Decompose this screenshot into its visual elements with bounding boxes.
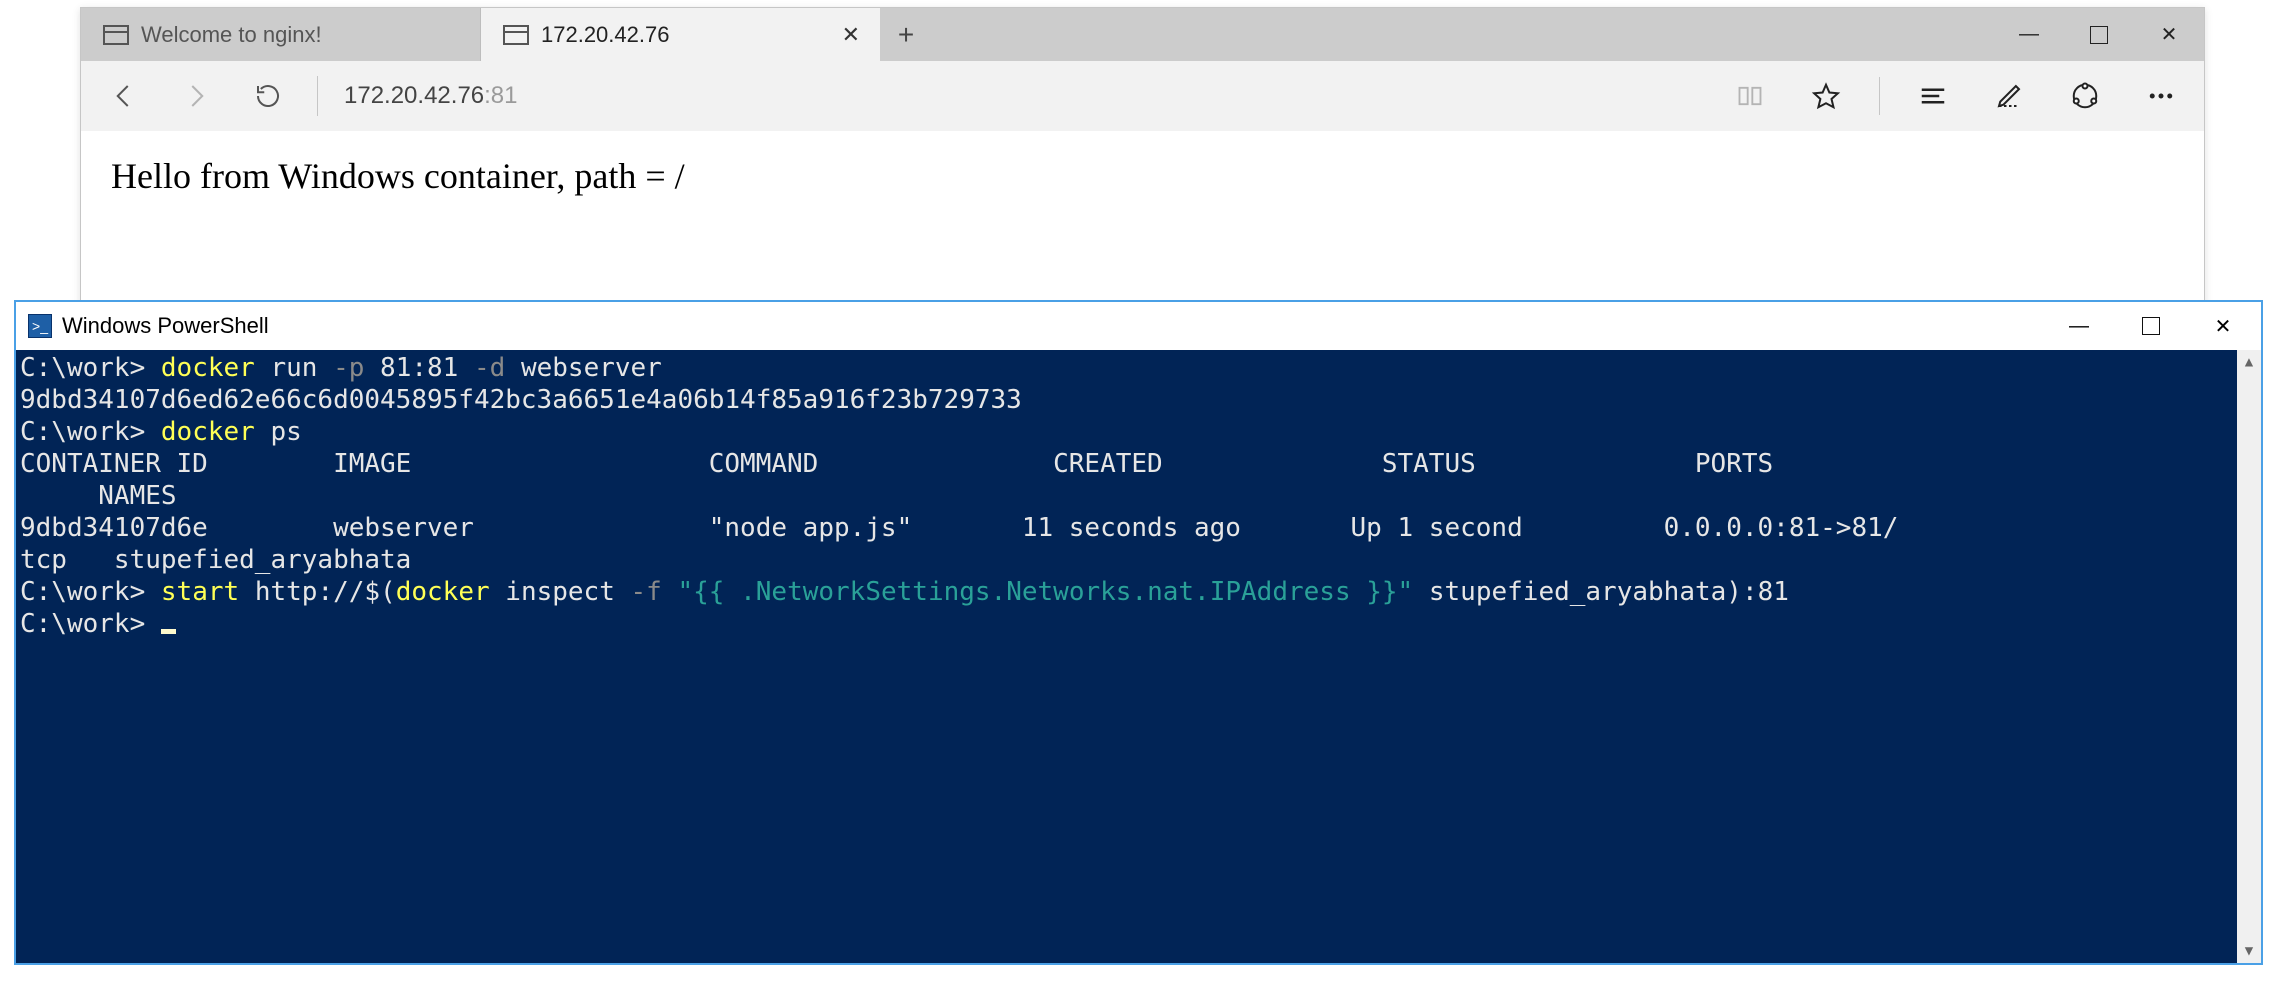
ps-output: tcp stupefied_aryabhata [20, 545, 411, 575]
ps-prompt: C:\work> [20, 609, 161, 639]
close-button[interactable]: ✕ [2134, 8, 2204, 61]
ps-prompt: C:\work> [20, 353, 161, 383]
ps-arg: inspect [490, 577, 631, 607]
favorites-star-icon[interactable] [1803, 81, 1849, 111]
address-bar[interactable]: 172.20.42.76:81 [344, 82, 518, 110]
maximize-button[interactable] [2139, 317, 2163, 335]
powershell-terminal[interactable]: C:\work> docker run -p 81:81 -d webserve… [16, 350, 2261, 963]
tab-bar: Welcome to nginx! 172.20.42.76 ✕ + — ✕ [81, 8, 2204, 61]
new-tab-button[interactable]: + [881, 19, 931, 51]
tab-title: Welcome to nginx! [141, 22, 322, 48]
more-icon[interactable] [2138, 81, 2184, 111]
address-port: :81 [484, 82, 517, 109]
minimize-button[interactable]: — [2067, 315, 2091, 338]
ps-cmd: start [161, 577, 239, 607]
powershell-title-text: Windows PowerShell [62, 313, 269, 339]
ps-arg [662, 577, 678, 607]
forward-button[interactable] [173, 81, 219, 111]
refresh-button[interactable] [245, 81, 291, 111]
ps-cmd: docker [396, 577, 490, 607]
ps-flag: -f [631, 577, 662, 607]
page-icon [503, 25, 529, 45]
ps-flag: -p [333, 353, 364, 383]
tab-active-ip[interactable]: 172.20.42.76 ✕ [481, 8, 881, 61]
ps-arg: run [255, 353, 333, 383]
back-button[interactable] [101, 81, 147, 111]
toolbar-right [1727, 77, 2184, 115]
ps-prompt: C:\work> [20, 417, 161, 447]
ps-prompt: C:\work> [20, 577, 161, 607]
scroll-up-icon[interactable]: ▲ [2237, 350, 2261, 374]
ps-arg: stupefied_aryabhata):81 [1413, 577, 1789, 607]
ps-output: 9dbd34107d6e webserver "node app.js" 11 … [20, 513, 1898, 543]
ps-output: 9dbd34107d6ed62e66c6d0045895f42bc3a6651e… [20, 385, 1022, 415]
powershell-titlebar[interactable]: >_ Windows PowerShell — ✕ [16, 302, 2261, 350]
ps-output: CONTAINER ID IMAGE COMMAND CREATED STATU… [20, 449, 1773, 479]
close-button[interactable]: ✕ [2211, 314, 2235, 339]
reading-view-icon[interactable] [1727, 82, 1773, 110]
address-host: 172.20.42.76 [344, 82, 484, 109]
cursor [161, 629, 176, 634]
navigation-bar: 172.20.42.76:81 [81, 61, 2204, 131]
ps-cmd: docker [161, 353, 255, 383]
ps-arg: ps [255, 417, 302, 447]
tab-inactive-nginx[interactable]: Welcome to nginx! [81, 8, 481, 61]
powershell-window: >_ Windows PowerShell — ✕ C:\work> docke… [14, 300, 2263, 965]
ps-flag: -d [474, 353, 505, 383]
separator [317, 76, 318, 116]
page-body-text: Hello from Windows container, path = / [111, 156, 685, 196]
ps-output: NAMES [20, 481, 177, 511]
powershell-icon: >_ [28, 314, 52, 338]
tab-title: 172.20.42.76 [541, 22, 669, 48]
hub-icon[interactable] [1910, 81, 1956, 111]
ps-cmd: docker [161, 417, 255, 447]
scrollbar[interactable]: ▲ ▼ [2237, 350, 2261, 963]
page-content: Hello from Windows container, path = / [81, 131, 2204, 221]
minimize-button[interactable]: — [1994, 8, 2064, 61]
ps-arg: 81:81 [364, 353, 474, 383]
close-icon[interactable]: ✕ [836, 18, 866, 52]
ps-string: "{{ .NetworkSettings.Networks.nat.IPAddr… [678, 577, 1414, 607]
ps-arg: webserver [505, 353, 662, 383]
separator [1879, 77, 1880, 115]
window-controls: — ✕ [1994, 8, 2204, 61]
ps-arg: http://$( [239, 577, 396, 607]
notes-icon[interactable] [1986, 81, 2032, 111]
page-icon [103, 25, 129, 45]
share-icon[interactable] [2062, 81, 2108, 111]
powershell-window-controls: — ✕ [2067, 314, 2249, 339]
scroll-down-icon[interactable]: ▼ [2237, 939, 2261, 963]
maximize-button[interactable] [2064, 8, 2134, 61]
